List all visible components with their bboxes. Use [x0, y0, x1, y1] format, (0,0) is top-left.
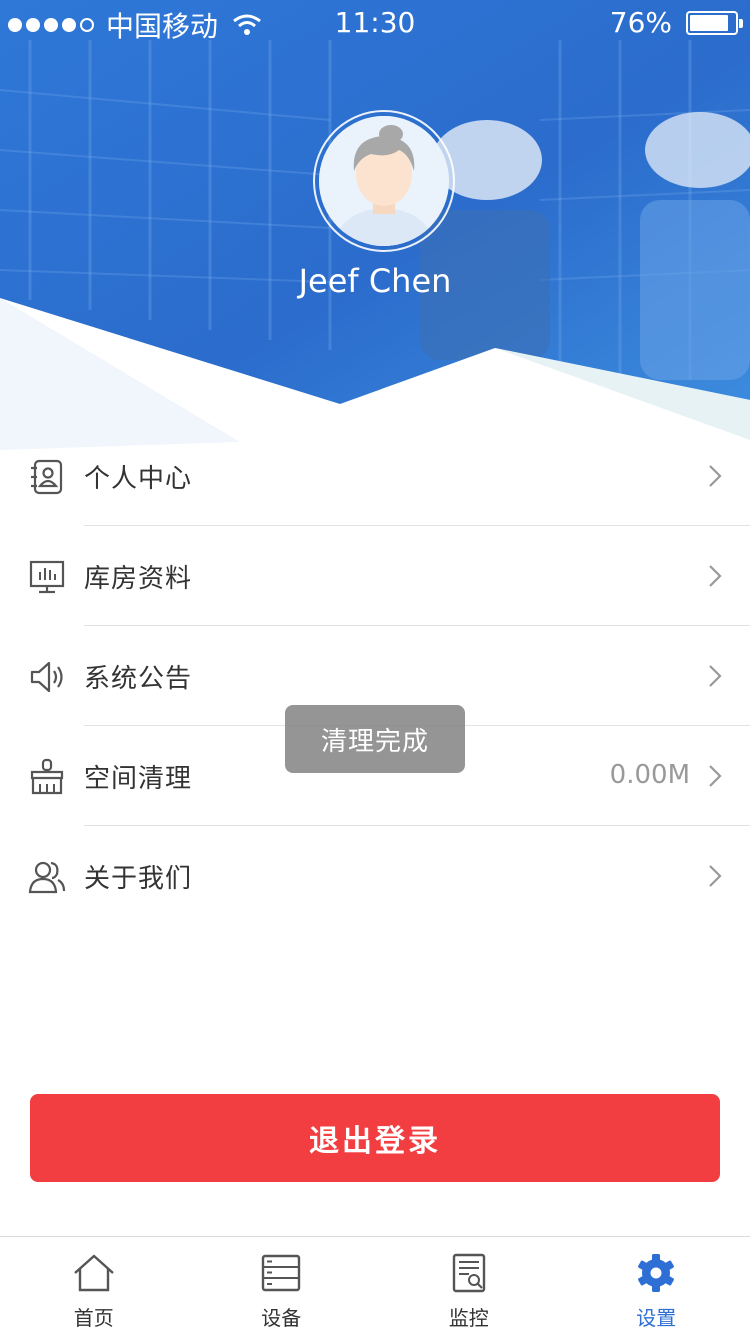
chevron-right-icon: [709, 865, 722, 887]
toast-message: 清理完成: [285, 705, 465, 773]
monitor-chart-icon: [29, 560, 65, 594]
tab-bar: 首页 设备 监控 设置: [0, 1236, 750, 1334]
user-name: Jeef Chen: [298, 262, 452, 300]
menu-label-space-cleanup: 空间清理: [84, 764, 193, 794]
menu-item-about-us[interactable]: 关于我们: [0, 826, 750, 926]
menu-item-personal-center[interactable]: 个人中心: [0, 426, 750, 526]
menu-item-warehouse-data[interactable]: 库房资料: [0, 526, 750, 626]
tab-monitor[interactable]: 监控: [375, 1237, 563, 1334]
status-bar: 中国移动 11:30 76%: [0, 0, 750, 44]
tab-devices[interactable]: 设备: [188, 1237, 376, 1334]
tab-label-home: 首页: [73, 1306, 114, 1330]
menu-label-announcements: 系统公告: [84, 664, 193, 694]
chevron-right-icon: [709, 465, 722, 487]
user-avatar-icon: [319, 116, 449, 246]
avatar[interactable]: [313, 110, 455, 252]
home-icon: [73, 1254, 114, 1292]
tab-settings[interactable]: 设置: [563, 1237, 750, 1334]
tab-label-settings: 设置: [636, 1306, 677, 1330]
chevron-right-icon: [709, 565, 722, 587]
menu-label-about-us: 关于我们: [84, 864, 193, 894]
brush-icon: [30, 758, 64, 795]
settings-menu: 个人中心 库房资料 系统公告 空间清理 0.00M 关于我们: [0, 426, 750, 926]
device-list-icon: [262, 1254, 301, 1292]
chevron-right-icon: [709, 765, 722, 787]
battery-icon: [686, 10, 743, 35]
profile-header: 中国移动 11:30 76% Jeef Chen: [0, 0, 750, 450]
monitor-doc-icon: [452, 1253, 485, 1293]
chevron-right-icon: [709, 665, 722, 687]
logout-button[interactable]: 退出登录: [30, 1094, 720, 1182]
tab-home[interactable]: 首页: [0, 1237, 188, 1334]
users-icon: [28, 861, 66, 894]
tab-label-devices: 设备: [261, 1306, 302, 1330]
menu-label-warehouse-data: 库房资料: [84, 564, 193, 594]
cache-size-value: 0.00M: [609, 760, 690, 790]
tab-label-monitor: 监控: [448, 1306, 489, 1330]
speaker-icon: [30, 661, 63, 693]
menu-label-personal-center: 个人中心: [84, 464, 193, 494]
gear-icon: [638, 1254, 675, 1292]
contact-icon: [31, 459, 63, 495]
battery-percent: 76%: [609, 6, 672, 39]
